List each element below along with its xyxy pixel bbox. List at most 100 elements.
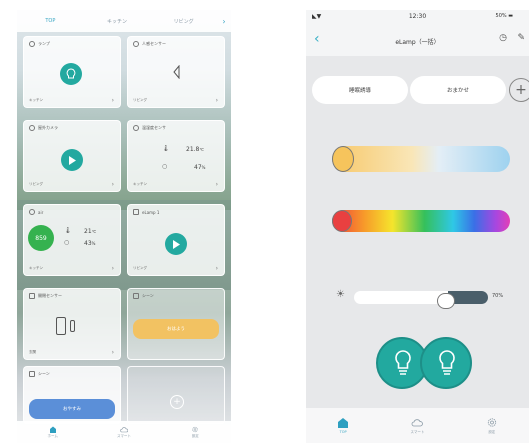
temp-card-room: キッチン <box>133 182 147 186</box>
page-title: eLamp（一括） <box>395 39 440 46</box>
scene-card-morning[interactable]: シーン おはよう <box>127 288 225 360</box>
edit-icon[interactable]: ✎ <box>517 33 525 43</box>
chevron-right-icon[interactable]: › <box>216 265 218 272</box>
air-humidity-value: 43% <box>84 240 96 247</box>
add-card-placeholder[interactable]: + <box>127 366 225 424</box>
brightness-slider[interactable] <box>354 291 488 309</box>
nav-home[interactable]: ホーム <box>17 426 88 439</box>
door-outline-icon <box>29 293 35 299</box>
human-sensor-room: リビング <box>133 98 147 102</box>
nav-settings[interactable]: 設定 <box>455 417 529 435</box>
play-button[interactable] <box>61 149 83 171</box>
bulb-outline-icon <box>29 41 35 47</box>
humidity-value: 47% <box>194 164 206 171</box>
add-icon[interactable]: + <box>170 395 184 409</box>
tab-living[interactable]: リビング <box>150 18 217 25</box>
open-sensor-room: 玄関 <box>29 350 36 354</box>
temp-humidity-card[interactable]: 温湿度センサ 🌡 21.8℃ ○ 47% キッチン › <box>127 120 225 192</box>
status-bar: ◣▼ 12:30 50% ▬ <box>306 10 529 24</box>
camera-card-room: リビング <box>29 182 43 186</box>
air-quality-gauge: 859 <box>28 225 54 251</box>
lamp-2-button[interactable] <box>420 337 472 389</box>
color-hue-knob[interactable] <box>332 210 352 232</box>
gear-icon <box>487 417 496 427</box>
human-sensor-card[interactable]: 人感センサー リビング › <box>127 36 225 108</box>
air-card[interactable]: air 859 🌡 21℃ ○ 43% キッチン › <box>23 204 121 276</box>
lamp-bulb-icon[interactable] <box>60 63 82 85</box>
home-icon <box>49 426 56 433</box>
thermometer-icon: 🌡 <box>162 145 170 152</box>
cloud-icon <box>412 418 424 426</box>
play-button[interactable] <box>165 233 187 255</box>
lamp-card[interactable]: ランプ キッチン › <box>23 36 121 108</box>
human-sensor-title: 人感センサー <box>142 41 166 46</box>
scene-morning-button[interactable]: おはよう <box>133 319 219 339</box>
chevron-right-icon[interactable]: › <box>112 349 114 356</box>
sensor-outline-icon <box>133 41 139 47</box>
thermometer-icon: 🌡 <box>64 227 72 234</box>
air-card-title: air <box>38 209 44 215</box>
nav-smart[interactable]: スマート <box>380 417 454 435</box>
scene-outline-icon <box>29 371 35 377</box>
mode-auto-button[interactable]: おまかせ <box>410 76 506 104</box>
temp-card-title: 温湿度センサ <box>142 125 166 130</box>
chevron-right-icon[interactable]: › <box>112 97 114 104</box>
droplet-icon: ○ <box>64 239 70 246</box>
scene-night-button[interactable]: おやすみ <box>29 399 115 419</box>
bottom-nav: ホーム スマート 設定 <box>17 421 231 443</box>
door-sensor-magnet-icon <box>70 320 75 332</box>
air-value: 859 <box>35 234 47 242</box>
temp-value: 21.8℃ <box>186 146 204 153</box>
nav-top[interactable]: TOP <box>306 417 380 434</box>
bottom-nav: TOP スマート 設定 <box>306 408 529 443</box>
brightness-value: 70% <box>492 293 504 299</box>
camera-card-title: 屋外カメラ <box>38 125 58 130</box>
elamp-card[interactable]: eLamp 1 リビング › <box>127 204 225 276</box>
scene-outline-icon <box>133 293 139 299</box>
bulb-outline-icon <box>133 125 139 131</box>
home-icon <box>338 418 349 428</box>
color-temperature-slider[interactable] <box>332 146 510 172</box>
battery-indicator: 50% ▬ <box>495 13 513 19</box>
chevron-right-icon[interactable]: › <box>216 181 218 188</box>
scene1-title: シーン <box>142 293 154 298</box>
lamp-outline-icon <box>133 209 139 215</box>
gear-icon <box>192 426 198 432</box>
add-mode-button[interactable]: + <box>509 78 529 102</box>
chevron-right-icon[interactable]: › <box>217 17 231 26</box>
tab-kitchen[interactable]: キッチン <box>84 18 151 25</box>
color-temperature-knob[interactable] <box>332 146 354 172</box>
timer-icon[interactable]: ◷ <box>499 33 507 43</box>
bulb-outline-icon <box>29 209 35 215</box>
brightness-knob[interactable] <box>437 293 455 309</box>
droplet-icon: ○ <box>162 163 168 170</box>
lamp-card-title: ランプ <box>38 41 50 46</box>
brightness-row: ☀ 70% <box>306 287 529 309</box>
scene-card-night[interactable]: シーン おやすみ <box>23 366 121 424</box>
room-tab-bar: TOP キッチン リビング › <box>17 10 231 32</box>
title-bar: ‹ eLamp（一括） ◷ ✎ <box>306 24 529 56</box>
motion-sensor-icon <box>173 65 180 79</box>
camera-card[interactable]: 屋外カメラ リビング › <box>23 120 121 192</box>
right-phone-screen: ◣▼ 12:30 50% ▬ ‹ eLamp（一括） ◷ ✎ 睡眠誘導 おまかせ… <box>306 10 529 443</box>
elamp-card-title: eLamp 1 <box>142 209 160 215</box>
nav-smart[interactable]: スマート <box>88 426 159 439</box>
mode-sleep-button[interactable]: 睡眠誘導 <box>312 76 408 104</box>
elamp-card-room: リビング <box>133 266 147 270</box>
chevron-right-icon[interactable]: › <box>216 97 218 104</box>
scene2-title: シーン <box>38 371 50 376</box>
lamp-card-room: キッチン <box>29 98 43 102</box>
bulb-icon <box>395 350 411 375</box>
air-temp-value: 21℃ <box>84 228 97 235</box>
bulb-outline-icon <box>29 125 35 131</box>
tab-top[interactable]: TOP <box>17 18 84 24</box>
air-card-room: キッチン <box>29 266 43 270</box>
door-sensor-icon <box>56 317 66 335</box>
bulb-icon <box>439 350 455 375</box>
open-close-sensor-card[interactable]: 開閉センサー 玄関 › <box>23 288 121 360</box>
chevron-right-icon[interactable]: › <box>112 265 114 272</box>
color-hue-slider[interactable] <box>332 210 510 232</box>
nav-settings[interactable]: 設定 <box>160 426 231 439</box>
open-sensor-title: 開閉センサー <box>38 293 62 298</box>
chevron-right-icon[interactable]: › <box>112 181 114 188</box>
